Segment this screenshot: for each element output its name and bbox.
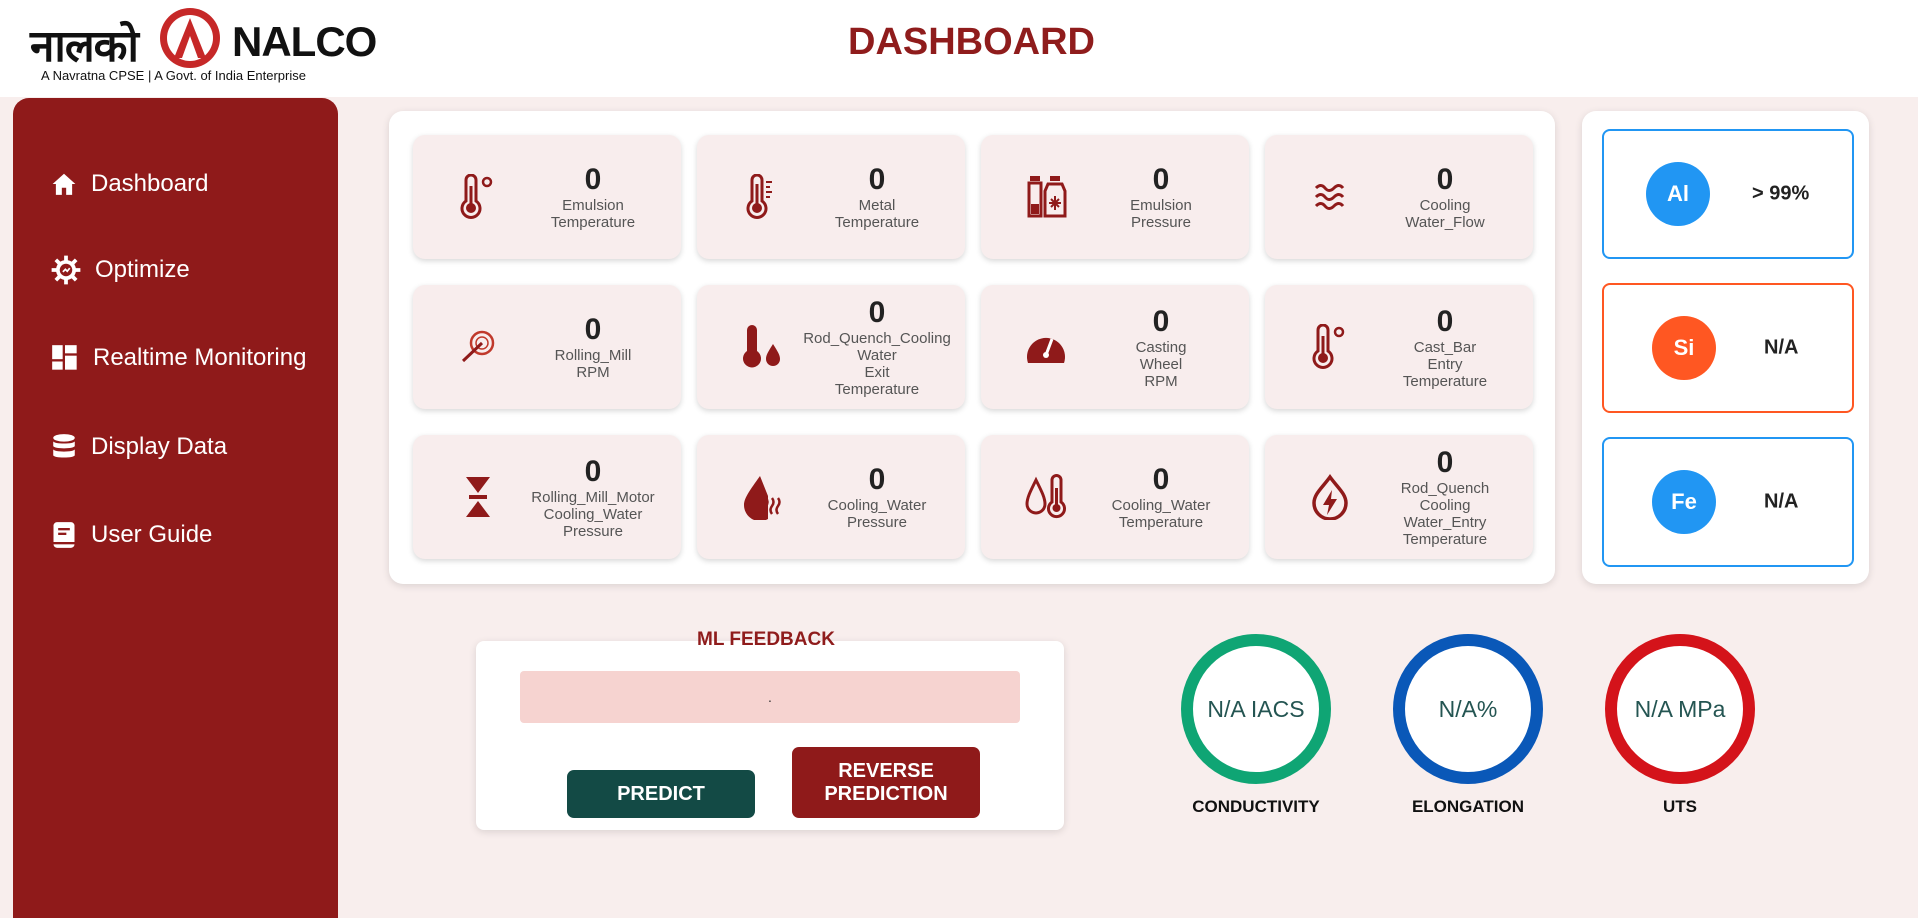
temperature-drop-icon <box>743 325 780 368</box>
sensor-card: 0 Cast_Bar Entry Temperature <box>1265 285 1533 409</box>
sensor-card: 0 Rolling_Mill_Motor Cooling_Water Pressu… <box>413 435 681 559</box>
sensor-label: Rod_Quench_Cooling Water Exit Temperatur… <box>803 330 951 398</box>
home-icon <box>52 173 76 195</box>
logo-tagline: A Navratna CPSE | A Govt. of India Enter… <box>41 68 306 83</box>
sensor-value: 0 <box>868 163 886 196</box>
element-box-si: Si N/A <box>1602 283 1854 413</box>
water-heat-icon <box>743 476 781 520</box>
sensor-value: 0 <box>1436 446 1454 479</box>
sensor-value: 0 <box>1152 304 1170 338</box>
sensor-label: Cooling_Water Temperature <box>1111 497 1211 531</box>
dashboard-grid-icon <box>52 345 77 370</box>
sidebar-item-label: Realtime Monitoring <box>93 344 307 371</box>
sensor-value: 0 <box>868 296 886 329</box>
element-symbol-badge: Al <box>1646 162 1710 226</box>
sensor-card: 0 Metal Temperature <box>697 135 965 259</box>
sensor-label: Cast_Bar Entry Temperature <box>1402 338 1488 390</box>
sensor-label: Rod_Quench Cooling Water_Entry Temperatu… <box>1400 480 1490 548</box>
sensor-card: 0 Rolling_Mill RPM <box>413 285 681 409</box>
sensor-card: 0 Cooling_Water Pressure <box>697 435 965 559</box>
sensor-label: Rolling_Mill_Motor Cooling_Water Pressur… <box>531 488 655 540</box>
sensor-label: Casting Wheel RPM <box>1135 338 1187 390</box>
compress-arrows-icon <box>466 477 490 517</box>
sensor-label: Rolling_Mill RPM <box>554 347 632 381</box>
sensor-card: 0 Rod_Quench_Cooling Water Exit Temperatu… <box>697 285 965 409</box>
feedback-input[interactable] <box>520 671 1020 723</box>
elongation-label: ELONGATION <box>1411 797 1525 816</box>
logo-name-text: NALCO <box>232 18 377 65</box>
element-value: N/A <box>1764 336 1799 359</box>
sensor-label: Emulsion Pressure <box>1130 197 1192 231</box>
logo-hindi-text: नालको <box>30 21 139 72</box>
ml-feedback-panel: PREDICT REVERSE PREDICTION <box>476 641 1064 830</box>
thermometer-icon <box>746 174 772 219</box>
sensor-card: 0 Cooling_Water Temperature <box>981 435 1249 559</box>
uts-label: UTS <box>1663 797 1697 816</box>
droplet-thermometer-icon <box>1025 474 1066 519</box>
sensor-panel: 0 Emulsion Temperature 0 Metal Temperature… <box>389 111 1555 584</box>
sensor-label: Cooling Water_Flow <box>1405 197 1485 231</box>
page-title: DASHBOARD <box>848 21 1095 63</box>
sidebar-item-user-guide[interactable]: User Guide <box>51 521 212 549</box>
header: नालको NALCO A Navratna CPSE | A Govt. of… <box>0 0 1918 97</box>
sensor-label: Cooling_Water Pressure <box>827 497 927 531</box>
element-symbol-badge: Fe <box>1652 470 1716 534</box>
conductivity-label: CONDUCTIVITY <box>1192 797 1320 816</box>
elongation-gauge: N/A% <box>1393 634 1543 784</box>
nalco-logo: नालको NALCO A Navratna CPSE | A Govt. of… <box>28 6 377 86</box>
sensor-value: 0 <box>584 163 602 196</box>
nalco-emblem-icon <box>160 8 220 68</box>
sensor-value: 0 <box>1152 163 1170 196</box>
sensor-label: Emulsion Temperature <box>550 197 636 231</box>
book-icon <box>53 522 75 548</box>
sidebar-item-label: Display Data <box>91 433 228 460</box>
predict-button[interactable]: PREDICT <box>567 770 755 818</box>
sensor-value: 0 <box>584 313 602 346</box>
sensor-value: 0 <box>1436 163 1454 196</box>
sidebar-item-display-data[interactable]: Display Data <box>51 433 227 461</box>
thermometer-degree-icon <box>460 174 493 219</box>
sidebar-item-optimize[interactable]: Optimize <box>51 255 190 285</box>
sidebar: Dashboard Optimize Realtime Monitoring D… <box>13 98 338 918</box>
uts-gauge: N/A MPa <box>1605 634 1755 784</box>
element-box-al: Al > 99% <box>1602 129 1854 259</box>
sidebar-item-label: User Guide <box>91 521 213 548</box>
sidebar-item-label: Dashboard <box>91 170 209 197</box>
element-value: N/A <box>1764 490 1799 513</box>
sensor-card: 0 Emulsion Temperature <box>413 135 681 259</box>
element-value: > 99% <box>1752 182 1810 205</box>
element-composition-panel: Al > 99% Si N/A Fe N/A <box>1582 111 1869 584</box>
sensor-label: Metal Temperature <box>834 197 920 231</box>
sensor-card: 0 Casting Wheel RPM <box>981 285 1249 409</box>
reverse-prediction-button[interactable]: REVERSE PREDICTION <box>792 747 980 818</box>
sensor-card: 0 Cooling Water_Flow <box>1265 135 1533 259</box>
sidebar-item-dashboard[interactable]: Dashboard <box>51 170 208 198</box>
sensor-card: 0 Emulsion Pressure <box>981 135 1249 259</box>
thermometer-degree-icon <box>1312 324 1345 369</box>
gauge-icon <box>1027 337 1065 363</box>
sensor-card: 0 Rod_Quench Cooling Water_Entry Temperat… <box>1265 435 1533 559</box>
database-icon <box>53 434 75 458</box>
sidebar-item-realtime-monitoring[interactable]: Realtime Monitoring <box>51 344 306 372</box>
sensor-value: 0 <box>584 454 602 488</box>
gear-icon <box>51 255 81 285</box>
element-box-fe: Fe N/A <box>1602 437 1854 567</box>
bottles-icon <box>1027 176 1067 218</box>
sensor-value: 0 <box>1152 463 1170 496</box>
speedometer-icon <box>461 330 495 363</box>
sidebar-item-label: Optimize <box>95 256 190 283</box>
water-waves-icon <box>1314 184 1345 210</box>
sensor-value: 0 <box>868 463 886 496</box>
ml-feedback-title: ML FEEDBACK <box>697 629 835 650</box>
element-symbol-badge: Si <box>1652 316 1716 380</box>
bolt-drop-icon <box>1312 474 1348 520</box>
conductivity-gauge: N/A IACS <box>1181 634 1331 784</box>
sensor-value: 0 <box>1436 304 1454 338</box>
